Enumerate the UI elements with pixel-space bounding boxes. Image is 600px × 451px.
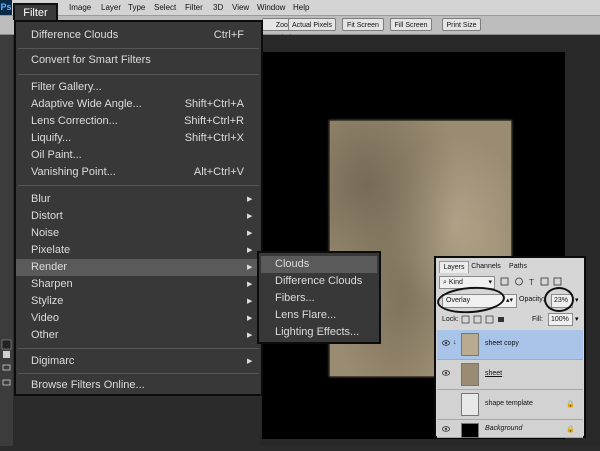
actual-pixels-button[interactable]: Actual Pixels bbox=[288, 18, 336, 31]
blend-mode-select[interactable]: Overlay ▴▾ bbox=[442, 294, 517, 308]
menu-item-pixelate[interactable]: Pixelate ▶ bbox=[16, 242, 261, 259]
menu-bar: Ps Image Layer Type Select Filter 3D Vie… bbox=[0, 0, 600, 16]
menu-item-blur[interactable]: Blur ▶ bbox=[16, 191, 261, 208]
fill-screen-button[interactable]: Fill Screen bbox=[390, 18, 432, 31]
eye-icon[interactable] bbox=[442, 340, 450, 346]
background-color-icon bbox=[3, 351, 10, 358]
menu-image[interactable]: Image bbox=[69, 0, 91, 15]
menu-item-render[interactable]: Render ▶ bbox=[16, 259, 261, 276]
menu-item-oil-paint[interactable]: Oil Paint... bbox=[16, 147, 261, 164]
menu-item-distort[interactable]: Distort ▶ bbox=[16, 208, 261, 225]
menu-item-convert-smart-filters[interactable]: Convert for Smart Filters bbox=[16, 52, 261, 69]
layer-filter-icons[interactable]: T bbox=[499, 276, 581, 287]
layer-row-sheet-copy[interactable]: ↓ sheet copy bbox=[437, 330, 583, 360]
layer-thumbnail bbox=[461, 423, 479, 438]
submenu-arrow-icon: ▶ bbox=[247, 196, 253, 203]
fill-label: Fill: bbox=[532, 316, 543, 323]
menu-item-video[interactable]: Video ▶ bbox=[16, 310, 261, 327]
render-submenu: Clouds Difference Clouds Fibers... Lens … bbox=[257, 251, 381, 344]
menu-item-lens-correction[interactable]: Lens Correction... Shift+Ctrl+R bbox=[16, 113, 261, 130]
chevron-down-icon[interactable]: ▾ bbox=[575, 296, 579, 304]
submenu-item-clouds[interactable]: Clouds bbox=[261, 256, 377, 273]
layers-panel: Layers Channels Paths ⌕ Kind ▾ T Overlay… bbox=[434, 256, 586, 438]
menu-3d[interactable]: 3D bbox=[213, 0, 223, 15]
menu-item-other[interactable]: Other ▶ bbox=[16, 327, 261, 344]
submenu-arrow-icon: ▶ bbox=[247, 281, 253, 288]
menu-select[interactable]: Select bbox=[154, 0, 176, 15]
chevron-down-icon: ▾ bbox=[488, 279, 492, 286]
menu-filter[interactable]: Filter bbox=[185, 0, 203, 15]
menu-separator bbox=[18, 74, 259, 75]
menu-view[interactable]: View bbox=[232, 0, 249, 15]
menu-separator bbox=[18, 373, 259, 374]
menu-item-browse-filters-online[interactable]: Browse Filters Online... bbox=[16, 377, 261, 394]
layer-thumbnail bbox=[461, 393, 479, 416]
menu-item-adaptive-wide-angle[interactable]: Adaptive Wide Angle... Shift+Ctrl+A bbox=[16, 96, 261, 113]
menu-item-liquify[interactable]: Liquify... Shift+Ctrl+X bbox=[16, 130, 261, 147]
eye-icon[interactable] bbox=[442, 370, 450, 376]
menu-help[interactable]: Help bbox=[293, 0, 309, 15]
menu-item-stylize[interactable]: Stylize ▶ bbox=[16, 293, 261, 310]
chevron-down-icon[interactable]: ▾ bbox=[575, 315, 579, 323]
opacity-label: Opacity: bbox=[519, 296, 545, 303]
search-icon: ⌕ bbox=[443, 279, 447, 286]
clipping-arrow-icon: ↓ bbox=[453, 339, 457, 346]
chevron-down-icon: ▴▾ bbox=[505, 297, 513, 304]
lock-label: Lock: bbox=[442, 316, 459, 323]
menu-window[interactable]: Window bbox=[257, 0, 285, 15]
tools-panel bbox=[0, 35, 13, 446]
menu-item-difference-clouds[interactable]: Difference Clouds Ctrl+F bbox=[16, 27, 261, 44]
svg-text:T: T bbox=[529, 278, 534, 287]
submenu-arrow-icon: ▶ bbox=[247, 358, 253, 365]
menu-item-vanishing-point[interactable]: Vanishing Point... Alt+Ctrl+V bbox=[16, 164, 261, 181]
toolbar-icons bbox=[1, 339, 12, 386]
menu-separator bbox=[18, 185, 259, 186]
opacity-input[interactable]: 23% bbox=[551, 294, 573, 308]
submenu-arrow-icon: ▶ bbox=[247, 332, 253, 339]
menu-item-noise[interactable]: Noise ▶ bbox=[16, 225, 261, 242]
submenu-item-lens-flare[interactable]: Lens Flare... bbox=[261, 307, 377, 324]
menu-item-filter-gallery[interactable]: Filter Gallery... bbox=[16, 79, 261, 96]
fit-screen-button[interactable]: Fit Screen bbox=[342, 18, 384, 31]
screen-mode-icon bbox=[2, 379, 11, 386]
menu-item-digimarc[interactable]: Digimarc ▶ bbox=[16, 353, 261, 370]
lock-options-icons[interactable] bbox=[461, 315, 509, 325]
submenu-arrow-icon: ▶ bbox=[247, 298, 253, 305]
submenu-item-difference-clouds[interactable]: Difference Clouds bbox=[261, 273, 377, 290]
menu-type[interactable]: Type bbox=[128, 0, 145, 15]
layer-row-background[interactable]: Background 🔒 bbox=[437, 420, 583, 438]
submenu-arrow-icon: ▶ bbox=[247, 315, 253, 322]
fill-input[interactable]: 100% bbox=[548, 313, 573, 326]
tab-channels[interactable]: Channels bbox=[469, 261, 503, 272]
submenu-arrow-icon: ▶ bbox=[247, 247, 253, 254]
submenu-arrow-icon: ▶ bbox=[247, 264, 253, 271]
submenu-arrow-icon: ▶ bbox=[247, 230, 253, 237]
layer-thumbnail bbox=[461, 333, 479, 356]
menu-separator bbox=[18, 48, 259, 49]
photoshop-logo-icon: Ps bbox=[0, 0, 12, 15]
layer-kind-filter[interactable]: ⌕ Kind ▾ bbox=[439, 276, 495, 289]
menu-layer[interactable]: Layer bbox=[101, 0, 121, 15]
submenu-item-fibers[interactable]: Fibers... bbox=[261, 290, 377, 307]
quick-mask-icon bbox=[2, 364, 11, 371]
tab-layers[interactable]: Layers bbox=[439, 261, 469, 273]
eye-icon[interactable] bbox=[442, 426, 450, 432]
filter-menu-tab[interactable]: Filter bbox=[13, 3, 58, 20]
print-size-button[interactable]: Print Size bbox=[442, 18, 481, 31]
layer-row-sheet[interactable]: sheet bbox=[437, 360, 583, 390]
lock-icon: 🔒 bbox=[566, 401, 575, 408]
layer-row-shape-template[interactable]: shape template 🔒 bbox=[437, 390, 583, 420]
menu-separator bbox=[18, 348, 259, 349]
tab-paths[interactable]: Paths bbox=[506, 261, 530, 272]
menu-item-sharpen[interactable]: Sharpen ▶ bbox=[16, 276, 261, 293]
submenu-item-lighting-effects[interactable]: Lighting Effects... bbox=[261, 324, 377, 341]
submenu-arrow-icon: ▶ bbox=[247, 213, 253, 220]
foreground-color-icon bbox=[1, 339, 12, 350]
lock-icon: 🔒 bbox=[566, 426, 575, 433]
layer-thumbnail bbox=[461, 363, 479, 386]
filter-menu: Difference Clouds Ctrl+F Convert for Sma… bbox=[14, 20, 263, 396]
